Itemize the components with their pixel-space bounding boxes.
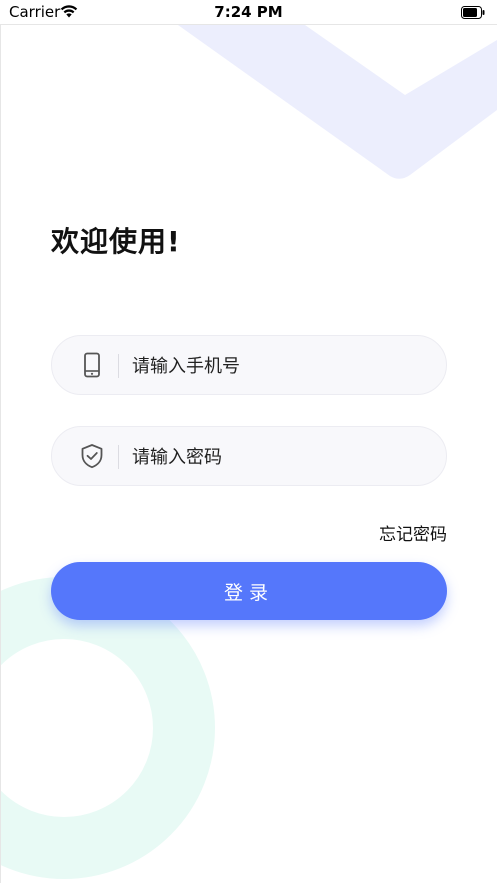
top-chevron-shape — [178, 25, 497, 179]
welcome-title: 欢迎使用! — [51, 225, 181, 258]
input-divider — [118, 354, 119, 378]
phone-input-row[interactable] — [51, 335, 447, 395]
shield-check-icon — [81, 444, 103, 469]
forgot-password-link[interactable]: 忘记密码 — [379, 520, 447, 545]
phone-icon — [84, 352, 100, 378]
phone-input[interactable] — [132, 346, 422, 386]
input-divider — [118, 445, 119, 469]
clock-label: 7:24 PM — [214, 3, 283, 21]
status-bar: Carrier 7:24 PM — [0, 0, 497, 25]
login-button[interactable]: 登录 — [51, 562, 447, 620]
password-input-row[interactable] — [51, 426, 447, 486]
bottom-ring-shape — [0, 577, 215, 879]
battery-icon — [461, 6, 485, 19]
password-input[interactable] — [132, 437, 422, 477]
screen-edge — [0, 25, 1, 883]
login-screen: Carrier 7:24 PM 欢迎使用! 请输入手机号 忘记密码 登录 — [0, 0, 497, 883]
